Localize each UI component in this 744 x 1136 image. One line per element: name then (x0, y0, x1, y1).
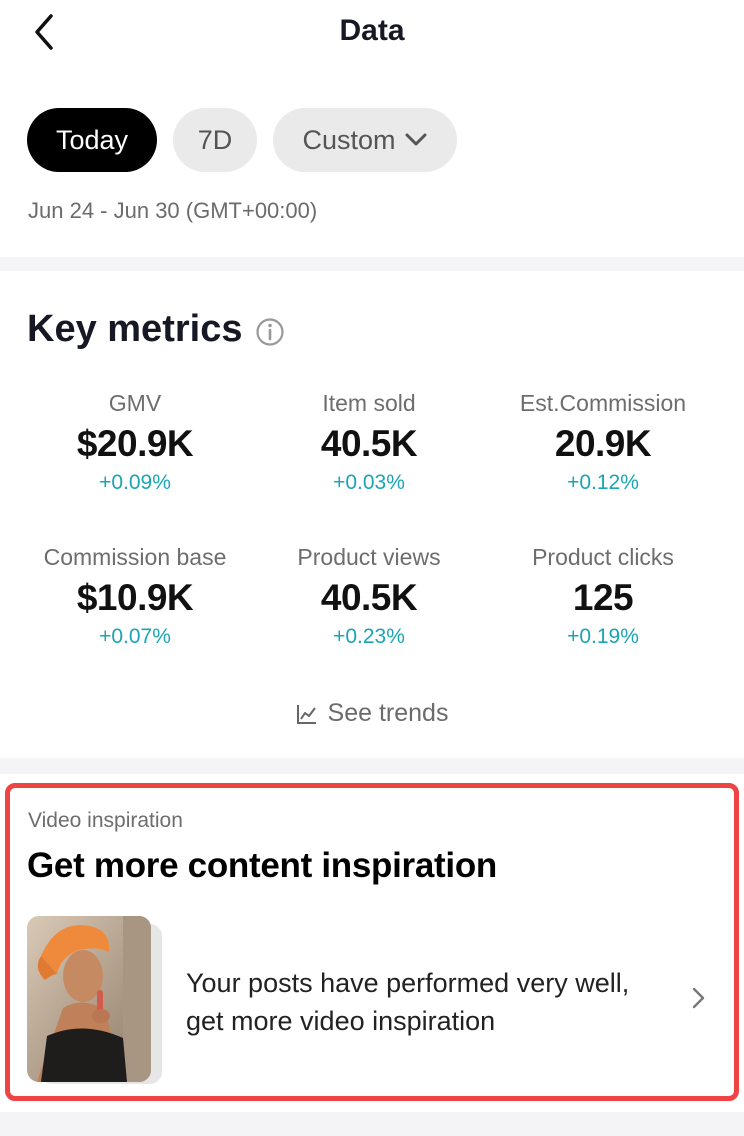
video-inspiration-title: Get more content inspiration (27, 846, 497, 885)
metric-change: +0.07% (99, 625, 171, 648)
metric-label: GMV (108, 390, 162, 416)
metric-value: 40.5K (320, 577, 418, 618)
video-inspiration-section: Video inspiration Get more content inspi… (0, 774, 744, 1112)
tab-7d[interactable]: 7D (173, 108, 257, 172)
metric-label: Item sold (322, 390, 416, 416)
metric-value: 20.9K (554, 423, 652, 464)
metric-label: Product views (297, 544, 441, 570)
date-range: Jun 24 - Jun 30 (GMT+00:00) (28, 198, 318, 223)
metric-change: +0.12% (567, 471, 639, 494)
metric-label: Commission base (43, 544, 227, 570)
key-metrics-section: Key metrics GMV $20.9K +0.09% Item sold … (0, 271, 744, 758)
metric-change: +0.03% (333, 471, 405, 494)
video-inspiration-kicker: Video inspiration (28, 809, 183, 832)
metric-label: Product clicks (532, 544, 674, 570)
chevron-down-icon (405, 133, 427, 146)
tab-today[interactable]: Today (27, 108, 157, 172)
metric-value: $10.9K (76, 577, 194, 618)
see-trends-label: See trends (327, 699, 449, 727)
custom-label: Custom (302, 124, 396, 155)
trend-chart-icon (296, 704, 316, 724)
metric-change: +0.19% (567, 625, 639, 648)
metric-product-clicks[interactable]: Product clicks 125 +0.19% (479, 544, 727, 649)
see-trends-link[interactable]: See trends (0, 699, 744, 728)
chevron-right-icon[interactable] (684, 984, 712, 1012)
metric-value: $20.9K (76, 423, 194, 464)
header-section: Data Today 7D Custom Jun 24 - Jun 30 (GM… (0, 0, 744, 257)
metric-value: 40.5K (320, 423, 418, 464)
metric-value: 125 (572, 577, 634, 618)
key-metrics-title: Key metrics (27, 308, 243, 350)
metric-commission-base[interactable]: Commission base $10.9K +0.07% (11, 544, 259, 649)
metric-label: Est.Commission (519, 390, 687, 416)
video-inspiration-description: Your posts have performed very well, get… (186, 968, 630, 1036)
metric-gmv[interactable]: GMV $20.9K +0.09% (11, 390, 259, 495)
metric-item-sold[interactable]: Item sold 40.5K +0.03% (245, 390, 493, 495)
video-thumbnail[interactable] (27, 916, 151, 1082)
metric-est-commission[interactable]: Est.Commission 20.9K +0.12% (479, 390, 727, 495)
page-title: Data (339, 14, 405, 47)
metric-change: +0.09% (99, 471, 171, 494)
metric-product-views[interactable]: Product views 40.5K +0.23% (245, 544, 493, 649)
info-icon[interactable] (255, 317, 285, 347)
tab-custom[interactable]: Custom (273, 108, 457, 172)
metric-change: +0.23% (333, 625, 405, 648)
